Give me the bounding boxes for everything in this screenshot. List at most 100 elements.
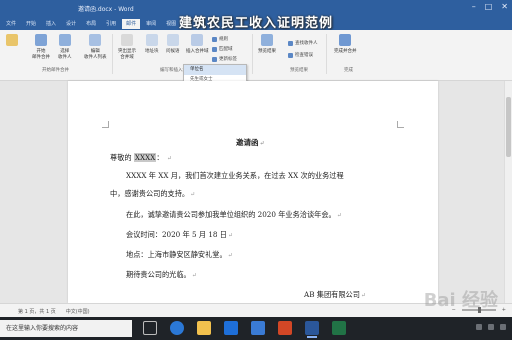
finish-merge-button[interactable]: 完成并合并	[334, 34, 357, 54]
paragraph-mark: ↵	[227, 252, 233, 259]
zoom-in-icon[interactable]: +	[502, 307, 506, 313]
start-merge-button[interactable]: 开始 邮件合并	[32, 34, 50, 60]
paragraph-mark: ↵	[360, 292, 366, 299]
page-count[interactable]: 第 1 页，共 1 页	[18, 308, 56, 315]
find-recipient-label: 查找收件人	[295, 41, 318, 46]
excel-icon[interactable]	[332, 321, 346, 335]
check-errors-icon	[288, 52, 293, 58]
address-block-label: 地址块	[145, 49, 159, 54]
p1-line2-text: 中，感谢贵公司的支持。	[110, 189, 190, 198]
language-indicator[interactable]: 中文(中国)	[66, 308, 90, 315]
p4-text: 地点：上海市静安区静安礼堂。	[126, 250, 227, 259]
divider	[252, 34, 253, 74]
highlight-fields-label: 突出显示 合并域	[118, 49, 136, 60]
paragraph-mark: ↵	[336, 212, 342, 219]
edge-browser-icon[interactable]	[170, 321, 184, 335]
highlight-icon	[121, 34, 133, 46]
powerpoint-icon[interactable]	[278, 321, 292, 335]
notification-icon[interactable]	[500, 324, 506, 330]
signature-text: AB 集团有限公司	[304, 290, 360, 299]
merge-field-company[interactable]: XXXX	[133, 153, 157, 162]
salutation-prefix: 尊敬的	[110, 153, 132, 162]
recipients-icon	[58, 34, 71, 46]
envelope-button[interactable]	[6, 34, 18, 48]
p5-text: 期待贵公司的光临。	[126, 270, 191, 279]
select-recipients-button[interactable]: 选择 收件人	[58, 34, 72, 60]
check-errors-label: 检查错误	[295, 53, 313, 58]
salutation-suffix: ：	[156, 153, 164, 162]
edit-list-button[interactable]: 编辑 收件人列表	[84, 34, 107, 60]
p3-text: 会议时间：2020 年 5 月 18 日	[126, 230, 227, 239]
paragraph-2: 在此，诚挚邀请贵公司参加我单位组织的 2020 年业务洽谈年会。↵	[126, 210, 342, 220]
paragraph-5: 期待贵公司的光临。↵	[126, 270, 197, 280]
update-labels-button[interactable]: 更新标签	[212, 56, 237, 62]
rules-button[interactable]: 规则	[212, 36, 228, 42]
paragraph-mark: ↵	[190, 191, 196, 198]
maximize-icon[interactable]: □	[485, 2, 493, 12]
find-recipient-button[interactable]: 查找收件人	[288, 40, 318, 46]
insert-field-label: 插入合并域	[186, 49, 209, 54]
update-labels-label: 更新标签	[219, 57, 237, 62]
match-fields-button[interactable]: 匹配域	[212, 46, 233, 52]
insert-field-icon	[191, 34, 204, 46]
greeting-icon	[166, 34, 179, 46]
network-icon[interactable]	[476, 324, 482, 330]
ribbon: 开始 邮件合并 选择 收件人 编辑 收件人列表 开始邮件合并 突出显示 合并域 …	[0, 30, 512, 81]
finish-merge-icon	[339, 34, 352, 46]
preview-results-button[interactable]: 预览结果	[258, 34, 276, 54]
task-view-icon[interactable]	[143, 321, 157, 335]
match-fields-icon	[212, 46, 217, 52]
highlight-fields-button[interactable]: 突出显示 合并域	[118, 34, 136, 60]
volume-icon[interactable]	[488, 324, 494, 330]
word-icon[interactable]	[305, 321, 319, 338]
paragraph-1-line-1: XXXX 年 XX 月，我们首次建立业务关系，在过去 XX 次的业务过程	[126, 171, 344, 181]
start-merge-label: 开始 邮件合并	[32, 49, 50, 60]
finish-merge-label: 完成并合并	[334, 49, 357, 54]
window-controls: – □ ✕	[472, 2, 508, 12]
paragraph-mark: ↵	[191, 272, 197, 279]
check-errors-button[interactable]: 检查错误	[288, 52, 313, 58]
preview-icon	[261, 34, 273, 46]
scrollbar-thumb[interactable]	[506, 97, 511, 157]
group-label-preview: 预览结果	[290, 68, 308, 73]
letter-heading: 邀请函↵	[236, 137, 265, 148]
vertical-scrollbar[interactable]	[504, 81, 512, 303]
store-icon[interactable]	[224, 321, 238, 335]
document-workspace: 邀请函↵ 尊敬的 XXXX： ↵ XXXX 年 XX 月，我们首次建立业务关系，…	[0, 81, 512, 303]
greeting-line-button[interactable]: 问候语	[166, 34, 180, 54]
mail-merge-icon	[35, 34, 47, 46]
preview-results-label: 预览结果	[258, 49, 276, 54]
rules-icon	[212, 36, 217, 42]
mail-icon[interactable]	[251, 321, 265, 335]
system-tray	[476, 324, 506, 330]
select-recipients-label: 选择 收件人	[58, 49, 72, 60]
match-fields-label: 匹配域	[219, 47, 233, 52]
taskbar: 在这里输入你要搜索的内容	[0, 317, 512, 340]
paragraph-mark: ↵	[166, 155, 172, 162]
p1-line1-text: XXXX 年 XX 月，我们首次建立业务关系，在过去 XX 次的业务过程	[126, 171, 344, 180]
update-labels-icon	[212, 56, 217, 62]
minimize-icon[interactable]: –	[472, 2, 476, 12]
paragraph-3: 会议时间：2020 年 5 月 18 日↵	[126, 230, 233, 240]
paragraph-4: 地点：上海市静安区静安礼堂。↵	[126, 250, 233, 260]
merge-field-option[interactable]: 单位名	[184, 65, 246, 75]
paragraph-mark: ↵	[259, 140, 265, 147]
group-label-start: 开始邮件合并	[42, 68, 69, 73]
taskbar-search-input[interactable]: 在这里输入你要搜索的内容	[0, 320, 132, 337]
heading-text: 邀请函	[236, 138, 259, 147]
p2-text: 在此，诚挚邀请贵公司参加我单位组织的 2020 年业务洽谈年会。	[126, 210, 336, 219]
find-recipient-icon	[288, 40, 293, 46]
paragraph-mark: ↵	[227, 232, 233, 239]
margin-corner	[397, 121, 404, 128]
group-label-finish: 完成	[344, 68, 353, 73]
file-explorer-icon[interactable]	[197, 321, 211, 335]
taskbar-apps	[143, 321, 346, 338]
address-block-button[interactable]: 地址块	[145, 34, 159, 54]
status-left: 第 1 页，共 1 页 中文(中国)	[18, 308, 90, 315]
close-icon[interactable]: ✕	[501, 2, 508, 12]
document-page[interactable]: 邀请函↵ 尊敬的 XXXX： ↵ XXXX 年 XX 月，我们首次建立业务关系，…	[68, 81, 438, 303]
envelope-icon	[6, 34, 18, 46]
baidu-watermark-logo: Bai 经验	[423, 290, 498, 311]
insert-merge-field-button[interactable]: 插入合并域	[186, 34, 209, 54]
divider	[112, 34, 113, 74]
